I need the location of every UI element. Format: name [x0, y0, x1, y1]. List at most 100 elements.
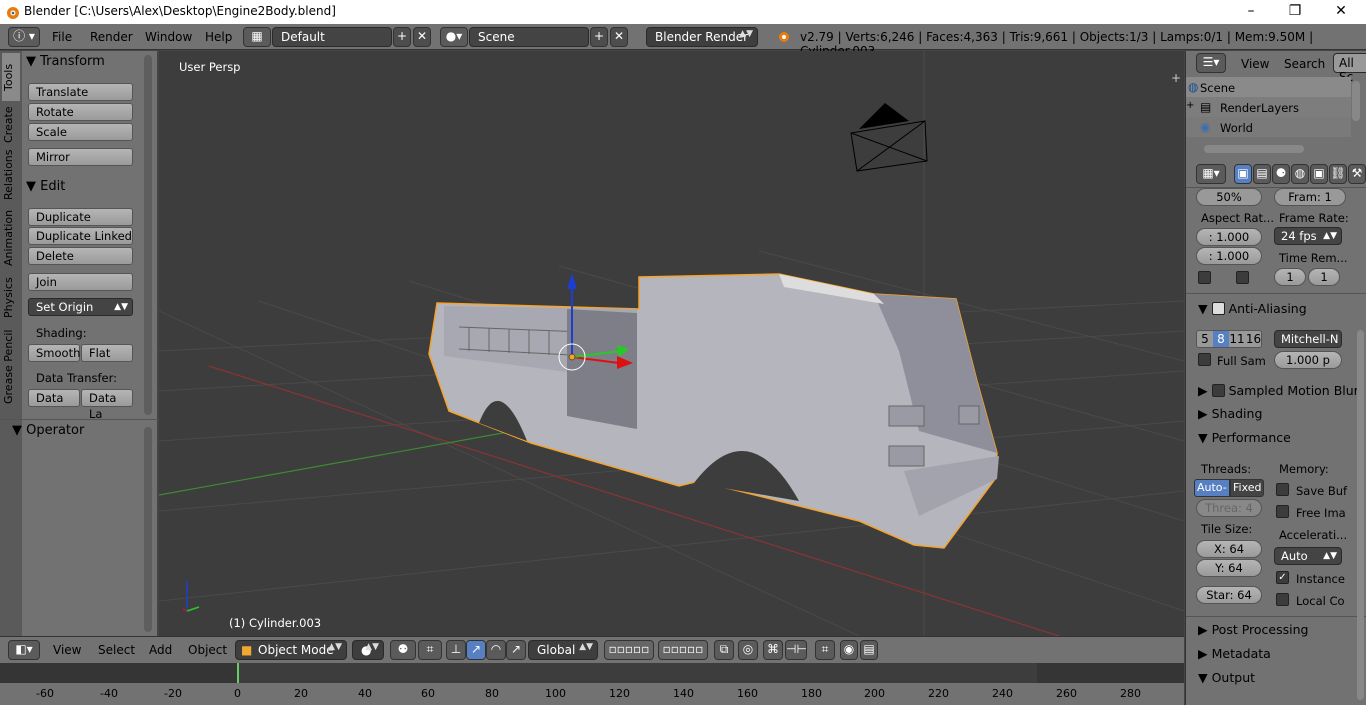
- edit-panel-header[interactable]: ▼ Edit: [26, 179, 136, 199]
- layers-grid-2[interactable]: ▫▫▫▫▫: [658, 640, 708, 660]
- start-resolution-field[interactable]: Star: 64: [1196, 586, 1262, 604]
- join-button[interactable]: Join: [28, 273, 133, 291]
- menu-help[interactable]: Help: [205, 30, 232, 44]
- data-transfer-button[interactable]: Data: [28, 389, 80, 407]
- render-engine-dropdown[interactable]: Blender Render ▲▼: [646, 27, 758, 47]
- render-layers-tab-icon[interactable]: ▤: [1253, 164, 1271, 184]
- metadata-header[interactable]: ▶ Metadata: [1198, 646, 1271, 661]
- translate-manipulator-icon[interactable]: ⊥: [446, 640, 466, 660]
- editor-type-3d-icon[interactable]: ◧▾: [8, 640, 40, 660]
- manipulator-extra-icon[interactable]: ↗: [506, 640, 526, 660]
- full-sample-checkbox[interactable]: [1198, 353, 1211, 366]
- instance-checkbox[interactable]: ✓: [1276, 571, 1289, 584]
- menu-object[interactable]: Object: [188, 643, 227, 657]
- threads-auto-toggle[interactable]: Auto-d: [1194, 479, 1230, 497]
- border-checkbox[interactable]: [1198, 271, 1211, 284]
- shading-panel-header[interactable]: ▶ Shading: [1198, 406, 1262, 421]
- delete-button[interactable]: Delete: [28, 247, 133, 265]
- proportional-icon[interactable]: ◎: [738, 640, 758, 660]
- outliner-hscrollbar[interactable]: [1204, 145, 1304, 153]
- add-screen-icon[interactable]: +: [393, 27, 411, 47]
- aa-sample-11[interactable]: 11: [1229, 331, 1245, 347]
- fire-truck-body[interactable]: [428, 273, 999, 549]
- sampled-motion-blur-header[interactable]: ▶ Sampled Motion Blur: [1198, 382, 1359, 398]
- remove-screen-icon[interactable]: ✕: [413, 27, 431, 47]
- acceleration-dropdown[interactable]: Auto ▲▼: [1274, 547, 1342, 565]
- render-tab-icon[interactable]: ▣: [1234, 164, 1252, 184]
- editor-type-outliner-icon[interactable]: ☰▾: [1196, 53, 1226, 73]
- duplicate-button[interactable]: Duplicate: [28, 208, 133, 226]
- output-header[interactable]: ▼ Output: [1198, 670, 1255, 685]
- remove-scene-icon[interactable]: ✕: [610, 27, 628, 47]
- outliner-row-world[interactable]: ◉ World: [1186, 117, 1351, 137]
- tab-physics[interactable]: Physics: [2, 275, 20, 321]
- tab-grease-pencil[interactable]: Grease Pencil: [2, 327, 20, 407]
- tab-animation[interactable]: Animation: [2, 207, 20, 269]
- modifiers-tab-icon[interactable]: ⚒: [1348, 164, 1366, 184]
- duplicate-linked-button[interactable]: Duplicate Linked: [28, 227, 133, 245]
- frame-rate-dropdown[interactable]: 24 fps ▲▼: [1274, 227, 1342, 245]
- scene-selector-icon[interactable]: ●▾: [440, 27, 468, 47]
- editor-type-info-icon[interactable]: ⓘ ▾: [8, 27, 40, 47]
- snap-icon[interactable]: ⌘: [763, 640, 783, 660]
- editor-type-properties-icon[interactable]: ▦▾: [1196, 164, 1226, 184]
- aspect-y-field[interactable]: : 1.000: [1196, 247, 1262, 265]
- tab-relations[interactable]: Relations: [2, 149, 20, 201]
- free-image-checkbox[interactable]: [1276, 505, 1289, 518]
- playhead[interactable]: [237, 663, 239, 683]
- resolution-percentage-field[interactable]: 50%: [1196, 188, 1262, 206]
- rotate-button[interactable]: Rotate: [28, 103, 133, 121]
- orientation-dropdown[interactable]: Global ▲▼: [528, 640, 598, 660]
- menu-add[interactable]: Add: [149, 643, 172, 657]
- pivot-icon[interactable]: ⚉: [390, 640, 416, 660]
- expand-icon[interactable]: +: [1186, 100, 1194, 111]
- menu-file[interactable]: File: [52, 30, 72, 44]
- threads-count-field[interactable]: Threa: 4: [1196, 499, 1262, 517]
- tab-create[interactable]: Create: [2, 103, 20, 147]
- outliner-menu-view[interactable]: View: [1241, 57, 1269, 71]
- operator-panel-header[interactable]: ▼ Operator: [12, 423, 122, 443]
- properties-scrollbar[interactable]: [1357, 330, 1364, 700]
- motion-blur-checkbox[interactable]: [1211, 384, 1225, 397]
- outliner-menu-search[interactable]: Search: [1284, 57, 1325, 71]
- outliner-row-scene[interactable]: ◍ Scene: [1186, 77, 1351, 97]
- save-buffers-checkbox[interactable]: [1276, 483, 1289, 496]
- tile-x-field[interactable]: X: 64: [1196, 540, 1262, 558]
- world-tab-icon[interactable]: ◍: [1291, 164, 1309, 184]
- layers-grid-1[interactable]: ▫▫▫▫▫: [604, 640, 654, 660]
- post-processing-header[interactable]: ▶ Post Processing: [1198, 622, 1308, 637]
- operator-scrollbar[interactable]: [144, 427, 152, 632]
- scene-field[interactable]: Scene: [469, 27, 589, 47]
- translate-button[interactable]: Translate: [28, 83, 133, 101]
- manipulator-icon[interactable]: ⌗: [418, 640, 442, 660]
- aspect-x-field[interactable]: : 1.000: [1196, 228, 1262, 246]
- rotate-manipulator-icon[interactable]: ↗: [466, 640, 486, 660]
- aa-sample-8[interactable]: 8: [1213, 331, 1229, 347]
- scale-manipulator-icon[interactable]: ◠: [486, 640, 506, 660]
- snap-element-icon[interactable]: ⊣⊢: [785, 640, 807, 660]
- filter-size-field[interactable]: 1.000 p: [1274, 351, 1342, 369]
- add-scene-icon[interactable]: +: [590, 27, 608, 47]
- constraints-tab-icon[interactable]: ⛓: [1329, 164, 1347, 184]
- close-button[interactable]: ✕: [1318, 0, 1364, 24]
- tool-shelf-scrollbar[interactable]: [144, 55, 152, 415]
- screen-layout-field[interactable]: Default: [272, 27, 392, 47]
- plus-icon[interactable]: +: [1171, 71, 1181, 85]
- menu-window[interactable]: Window: [145, 30, 192, 44]
- set-origin-dropdown[interactable]: Set Origin ▲▼: [28, 298, 133, 316]
- mirror-button[interactable]: Mirror: [28, 148, 133, 166]
- aa-filter-dropdown[interactable]: Mitchell-N: [1274, 330, 1342, 348]
- performance-panel-header[interactable]: ▼ Performance: [1198, 430, 1291, 445]
- frame-step-field[interactable]: Fram: 1: [1274, 188, 1346, 206]
- threads-fixed-toggle[interactable]: Fixed: [1230, 479, 1264, 497]
- time-old-field[interactable]: 1: [1274, 268, 1306, 286]
- camera-object[interactable]: [850, 103, 928, 172]
- lock-layer-icon[interactable]: ⧉: [714, 640, 734, 660]
- transform-panel-header[interactable]: ▼ Transform: [26, 54, 136, 74]
- crop-checkbox[interactable]: [1236, 271, 1249, 284]
- render-still-icon[interactable]: ◉: [840, 640, 858, 660]
- aa-sample-5[interactable]: 5: [1197, 331, 1213, 347]
- smooth-button[interactable]: Smooth: [28, 344, 80, 362]
- 3d-viewport[interactable]: User Persp (1) Cylinder.003 +: [159, 51, 1184, 636]
- shading-dropdown[interactable]: ● ▲▼: [352, 640, 384, 660]
